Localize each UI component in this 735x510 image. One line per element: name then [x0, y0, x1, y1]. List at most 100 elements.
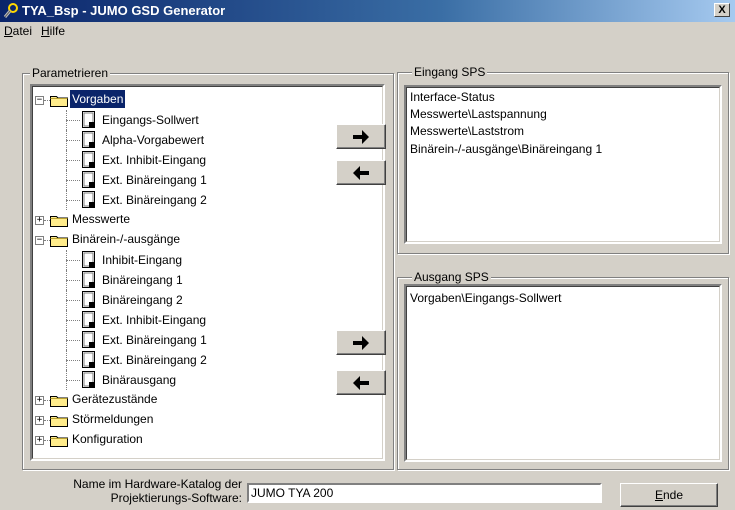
- tree-folder-label: Messwerte: [72, 212, 131, 226]
- list-item[interactable]: Vorgaben\Eingangs-Sollwert: [410, 291, 561, 305]
- tree-item-row[interactable]: Alpha-Vorgabewert: [32, 130, 372, 150]
- tree-item-row[interactable]: Binäreingang 2: [32, 290, 372, 310]
- ende-label: nde: [662, 488, 684, 502]
- remove-from-eingang-button[interactable]: [336, 160, 386, 185]
- parametrieren-tree[interactable]: − Vorgaben Eingangs-Sollwert Alpha-Vorgabew…: [30, 84, 385, 461]
- expand-icon[interactable]: +: [35, 436, 44, 445]
- tree-item-row[interactable]: Ext. Binäreingang 1: [32, 170, 372, 190]
- tree-item-label: Ext. Binäreingang 1: [102, 333, 207, 347]
- window-title: TYA_Bsp - JUMO GSD Generator: [22, 3, 226, 18]
- title-bar[interactable]: TYA_Bsp - JUMO GSD Generator X: [0, 0, 735, 22]
- arrow-left-icon: [353, 166, 369, 180]
- tree-folder-row[interactable]: − Vorgaben: [32, 89, 372, 110]
- document-icon: [82, 251, 95, 268]
- tree-connector: [66, 260, 80, 261]
- folder-icon: [50, 216, 68, 227]
- tree-item-label: Binäreingang 1: [102, 273, 183, 287]
- close-icon: X: [718, 4, 726, 16]
- document-icon: [82, 151, 95, 168]
- tree-item-label: Eingangs-Sollwert: [102, 113, 199, 127]
- document-icon: [82, 351, 95, 368]
- parametrieren-group-label: Parametrieren: [30, 66, 111, 80]
- tree-connector: [66, 200, 80, 201]
- tree-connector: [66, 140, 80, 141]
- tree-item-label: Alpha-Vorgabewert: [102, 133, 205, 147]
- expand-icon[interactable]: +: [35, 216, 44, 225]
- tree-connector: [66, 340, 80, 341]
- tree-folder-label: Konfiguration: [72, 432, 143, 446]
- tree-item-label: Ext. Inhibit-Eingang: [102, 313, 207, 327]
- ausgang-sps-group-label: Ausgang SPS: [412, 270, 491, 284]
- folder-open-icon: [50, 96, 68, 107]
- ausgang-sps-list[interactable]: Vorgaben\Eingangs-Sollwert: [404, 284, 722, 462]
- menu-datei-label: atei: [12, 24, 33, 38]
- tree-item-label: Inhibit-Eingang: [102, 253, 183, 267]
- tree-folder-row[interactable]: + Störmeldungen: [32, 410, 372, 430]
- menu-datei-mnemonic: D: [4, 24, 13, 38]
- collapse-icon[interactable]: −: [35, 96, 44, 105]
- tree-item-row[interactable]: Ext. Binäreingang 1: [32, 330, 372, 350]
- catalog-name-label: Name im Hardware-Katalog der Projektieru…: [30, 477, 242, 505]
- tree-folder-row[interactable]: + Konfiguration: [32, 430, 372, 450]
- document-icon: [82, 371, 95, 388]
- tree-folder-row[interactable]: + Gerätezustände: [32, 390, 372, 410]
- tree-folder-label: Vorgaben: [68, 89, 127, 109]
- menu-hilfe-mnemonic: H: [41, 24, 50, 38]
- tree-connector: [66, 280, 80, 281]
- folder-icon: [50, 396, 68, 407]
- tree-folder-row[interactable]: − Binärein-/-ausgänge: [32, 230, 372, 250]
- list-item[interactable]: Messwerte\Lastspannung: [410, 107, 547, 121]
- menu-hilfe-label: ilfe: [49, 24, 66, 38]
- document-icon: [82, 171, 95, 188]
- remove-from-ausgang-button[interactable]: [336, 370, 386, 395]
- collapse-icon[interactable]: −: [35, 236, 44, 245]
- expand-icon[interactable]: +: [35, 416, 44, 425]
- tree-item-row[interactable]: Ext. Binäreingang 2: [32, 190, 372, 210]
- menu-hilfe[interactable]: Hilfe: [41, 24, 65, 38]
- list-item[interactable]: Binärein-/-ausgänge\Binäreingang 1: [410, 142, 602, 156]
- document-icon: [82, 111, 95, 128]
- tree-connector: [66, 120, 80, 121]
- tree-connector: [66, 380, 80, 381]
- tree-item-label: Ext. Inhibit-Eingang: [102, 153, 207, 167]
- close-button[interactable]: X: [714, 3, 730, 17]
- tree-folder-label: Störmeldungen: [72, 412, 154, 426]
- add-to-eingang-button[interactable]: [336, 124, 386, 149]
- tree-item-row[interactable]: Ext. Inhibit-Eingang: [32, 150, 372, 170]
- menu-bar: Datei Hilfe: [0, 22, 735, 41]
- catalog-name-label-line1: Name im Hardware-Katalog der: [73, 477, 242, 491]
- tree-connector: [66, 320, 80, 321]
- tree-connector: [66, 360, 80, 361]
- catalog-name-input[interactable]: [247, 483, 602, 503]
- arrow-left-icon: [353, 376, 369, 390]
- expand-icon[interactable]: +: [35, 396, 44, 405]
- app-icon: [3, 3, 18, 18]
- folder-icon: [50, 416, 68, 427]
- list-item[interactable]: Interface-Status: [410, 90, 495, 104]
- document-icon: [82, 331, 95, 348]
- tree-item-row[interactable]: Ext. Inhibit-Eingang: [32, 310, 372, 330]
- tree-item-row[interactable]: Inhibit-Eingang: [32, 250, 372, 270]
- tree-item-label: Binäreingang 2: [102, 293, 183, 307]
- arrow-right-icon: [353, 336, 369, 350]
- tree-folder-row[interactable]: + Messwerte: [32, 210, 372, 230]
- catalog-name-label-line2: Projektierungs-Software:: [110, 491, 242, 505]
- add-to-ausgang-button[interactable]: [336, 330, 386, 355]
- tree-folder-label: Gerätezustände: [72, 392, 158, 406]
- document-icon: [82, 131, 95, 148]
- document-icon: [82, 311, 95, 328]
- tree-item-row[interactable]: Ext. Binäreingang 2: [32, 350, 372, 370]
- tree-item-row[interactable]: Binäreingang 1: [32, 270, 372, 290]
- eingang-sps-list[interactable]: Interface-Status Messwerte\Lastspannung …: [404, 85, 722, 244]
- tree-item-row[interactable]: Binärausgang: [32, 370, 372, 390]
- list-item[interactable]: Messwerte\Laststrom: [410, 124, 524, 138]
- tree-item-label: Binärausgang: [102, 373, 177, 387]
- tree-item-row[interactable]: Eingangs-Sollwert: [32, 110, 372, 130]
- tree-connector: [66, 160, 80, 161]
- tree-item-label: Ext. Binäreingang 2: [102, 193, 207, 207]
- menu-datei[interactable]: Datei: [4, 24, 32, 38]
- folder-icon: [50, 436, 68, 447]
- tree-connector: [66, 300, 80, 301]
- ende-button[interactable]: Ende: [620, 483, 718, 507]
- tree-item-label: Ext. Binäreingang 2: [102, 353, 207, 367]
